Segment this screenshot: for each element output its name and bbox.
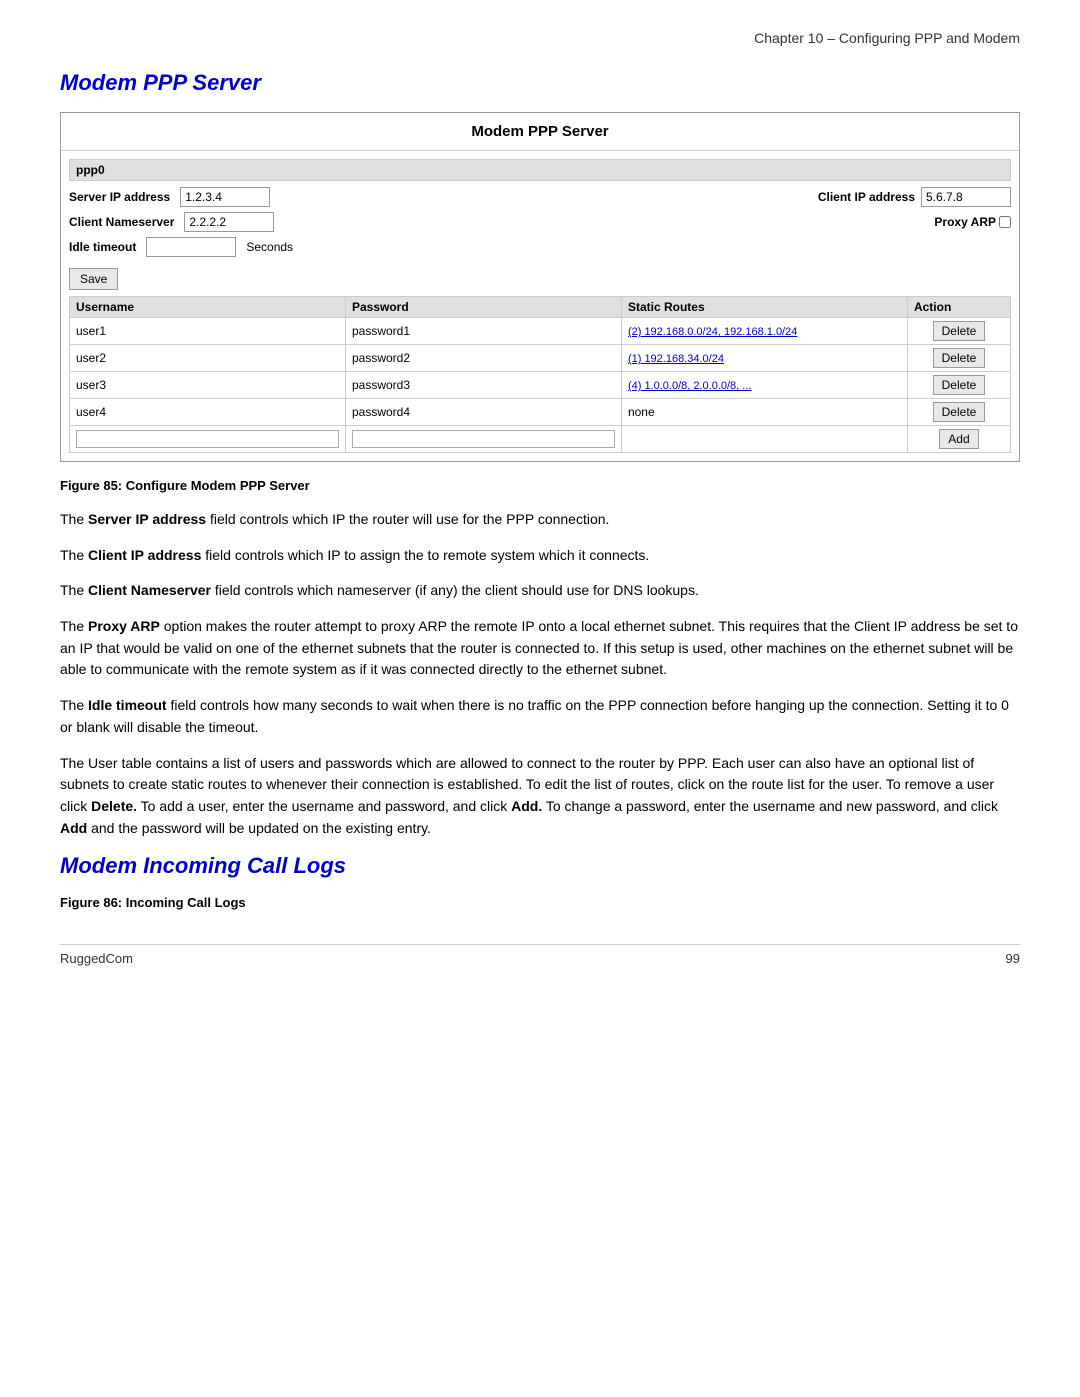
figure-86-caption: Figure 86: Incoming Call Logs [60, 895, 1020, 910]
routes-cell: (2) 192.168.0.0/24, 192.168.1.0/24 [621, 318, 907, 345]
page-footer: RuggedCom 99 [60, 944, 1020, 966]
footer-right: 99 [1006, 951, 1020, 966]
bold-add2: Add [60, 820, 87, 836]
bold-server-ip: Server IP address [88, 511, 206, 527]
action-cell: Delete [907, 318, 1010, 345]
bold-delete: Delete. [91, 798, 137, 814]
save-button[interactable]: Save [69, 268, 118, 290]
panel-body: ppp0 Server IP address Client IP address… [61, 151, 1019, 461]
chapter-title: Chapter 10 – Configuring PPP and Modem [754, 30, 1020, 46]
proxy-arp-container: Proxy ARP [934, 215, 1011, 229]
idle-timeout-row: Idle timeout Seconds [69, 237, 1011, 257]
table-row: user4 password4 none Delete [70, 399, 1011, 426]
col-password: Password [345, 297, 621, 318]
paragraph-client-ns: The Client Nameserver field controls whi… [60, 580, 1020, 602]
new-routes-cell [621, 426, 907, 453]
password-cell: password2 [345, 345, 621, 372]
username-cell: user1 [70, 318, 346, 345]
modem-ppp-heading: Modem PPP Server [60, 70, 1020, 96]
username-cell: user3 [70, 372, 346, 399]
seconds-label: Seconds [246, 240, 293, 254]
new-password-cell [345, 426, 621, 453]
ppp0-row: ppp0 [69, 159, 1011, 181]
routes-link[interactable]: (1) 192.168.34.0/24 [628, 353, 724, 365]
routes-link[interactable]: (4) 1.0.0.0/8, 2.0.0.0/8, ... [628, 380, 752, 392]
delete-button[interactable]: Delete [933, 375, 986, 395]
table-row: user1 password1 (2) 192.168.0.0/24, 192.… [70, 318, 1011, 345]
table-row: user3 password3 (4) 1.0.0.0/8, 2.0.0.0/8… [70, 372, 1011, 399]
server-ip-row: Server IP address Client IP address [69, 187, 1011, 207]
delete-button[interactable]: Delete [933, 348, 986, 368]
client-ip-input[interactable] [921, 187, 1011, 207]
proxy-arp-checkbox[interactable] [999, 216, 1011, 228]
username-cell: user2 [70, 345, 346, 372]
footer-left: RuggedCom [60, 951, 133, 966]
client-ns-label: Client Nameserver [69, 215, 174, 229]
routes-cell: (1) 192.168.34.0/24 [621, 345, 907, 372]
add-row: Add [70, 426, 1011, 453]
password-cell: password1 [345, 318, 621, 345]
action-cell: Delete [907, 345, 1010, 372]
figure-85-caption: Figure 85: Configure Modem PPP Server [60, 478, 1020, 493]
paragraph-idle-timeout: The Idle timeout field controls how many… [60, 695, 1020, 738]
client-ip-label: Client IP address [818, 190, 915, 204]
password-cell: password3 [345, 372, 621, 399]
ppp0-label: ppp0 [76, 163, 105, 177]
page-header: Chapter 10 – Configuring PPP and Modem [60, 30, 1020, 50]
modem-incoming-section: Modem Incoming Call Logs Figure 86: Inco… [60, 853, 1020, 910]
modem-ppp-section: Modem PPP Server Modem PPP Server ppp0 S… [60, 70, 1020, 839]
idle-timeout-input[interactable] [146, 237, 236, 257]
routes-cell: (4) 1.0.0.0/8, 2.0.0.0/8, ... [621, 372, 907, 399]
password-cell: password4 [345, 399, 621, 426]
bold-add: Add. [511, 798, 542, 814]
modem-ppp-panel: Modem PPP Server ppp0 Server IP address … [60, 112, 1020, 462]
action-cell: Delete [907, 399, 1010, 426]
paragraph-client-ip: The Client IP address field controls whi… [60, 545, 1020, 567]
modem-incoming-heading: Modem Incoming Call Logs [60, 853, 1020, 879]
client-ns-input[interactable] [184, 212, 274, 232]
routes-cell: none [621, 399, 907, 426]
col-username: Username [70, 297, 346, 318]
routes-link[interactable]: (2) 192.168.0.0/24, 192.168.1.0/24 [628, 326, 797, 338]
new-action-cell: Add [907, 426, 1010, 453]
col-action: Action [907, 297, 1010, 318]
client-ns-row: Client Nameserver Proxy ARP [69, 212, 1011, 232]
idle-timeout-label: Idle timeout [69, 240, 136, 254]
panel-title: Modem PPP Server [61, 113, 1019, 151]
col-static-routes: Static Routes [621, 297, 907, 318]
new-username-cell [70, 426, 346, 453]
delete-button[interactable]: Delete [933, 402, 986, 422]
bold-client-ns: Client Nameserver [88, 582, 211, 598]
table-row: user2 password2 (1) 192.168.34.0/24 Dele… [70, 345, 1011, 372]
username-cell: user4 [70, 399, 346, 426]
add-button[interactable]: Add [939, 429, 978, 449]
paragraph-proxy-arp: The Proxy ARP option makes the router at… [60, 616, 1020, 681]
paragraph-user-table: The User table contains a list of users … [60, 753, 1020, 840]
bold-client-ip: Client IP address [88, 547, 201, 563]
delete-button[interactable]: Delete [933, 321, 986, 341]
new-password-input[interactable] [352, 430, 615, 448]
bold-proxy-arp: Proxy ARP [88, 618, 160, 634]
user-table: Username Password Static Routes Action u… [69, 296, 1011, 453]
server-ip-label: Server IP address [69, 190, 170, 204]
new-username-input[interactable] [76, 430, 339, 448]
proxy-arp-label: Proxy ARP [934, 215, 996, 229]
paragraph-server-ip: The Server IP address field controls whi… [60, 509, 1020, 531]
table-header-row: Username Password Static Routes Action [70, 297, 1011, 318]
bold-idle-timeout: Idle timeout [88, 697, 167, 713]
server-ip-input[interactable] [180, 187, 270, 207]
action-cell: Delete [907, 372, 1010, 399]
